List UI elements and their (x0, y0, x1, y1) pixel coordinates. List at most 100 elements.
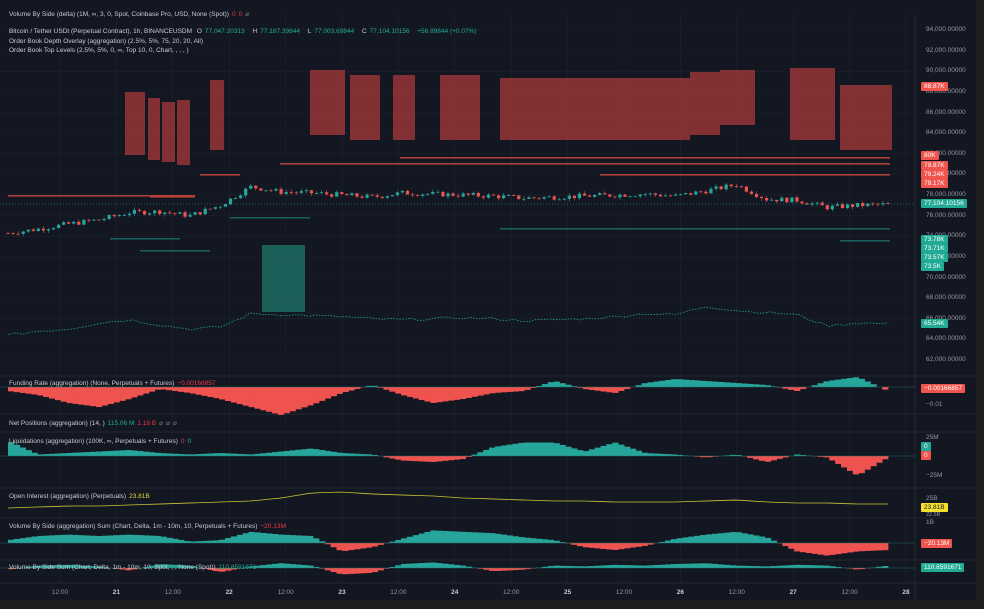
ask-wall-badge: 88.87K (921, 82, 948, 91)
vbs-sum-area (336, 568, 343, 574)
candle (481, 196, 486, 198)
oi-axis-tick: 1B (926, 519, 934, 526)
candle (830, 205, 834, 210)
vbs-aggregation-area (49, 535, 56, 543)
funding-rate-area (66, 387, 73, 404)
legend-label: Volume By Side (delta) (1M, ∞, 3, 0, Spo… (9, 11, 229, 18)
liquidations-area (518, 442, 525, 456)
liquidations-area (477, 452, 484, 456)
legend-depth-overlay[interactable]: Order Book Depth Overlay (aggregation) (… (9, 38, 203, 45)
candle (188, 214, 192, 217)
funding-rate-area (553, 381, 560, 387)
candle (795, 197, 799, 202)
funding-rate-area (735, 383, 742, 387)
funding-rate-area (101, 387, 109, 406)
time-axis-label: 25 (563, 589, 572, 596)
funding-rate-area (213, 387, 220, 399)
candle (673, 194, 678, 196)
vbs-sum-area (723, 564, 730, 568)
liquidations-area (770, 456, 777, 461)
candle (780, 197, 784, 202)
funding-rate-area (154, 387, 161, 390)
vbs-sum-area (295, 564, 302, 568)
liquidations-area (870, 456, 877, 467)
candle (294, 192, 298, 194)
vbs-aggregation-area (412, 535, 420, 543)
candle (244, 188, 248, 196)
vbs-aggregation-area (260, 532, 267, 543)
vbs-aggregation-area (225, 538, 232, 543)
candle (739, 186, 743, 188)
vbs-sum-area (665, 564, 672, 568)
legend-top-levels[interactable]: Order Book Top Levels (2.5%, 5%, 0, ∞, T… (9, 47, 189, 54)
funding-rate-area (712, 381, 719, 387)
vbs-aggregation-area (72, 534, 79, 543)
legend-funding-rate[interactable]: Funding Rate (aggregation) (None, Perpet… (9, 380, 218, 387)
funding-rate-area (225, 387, 232, 401)
time-axis-label: 28 (902, 589, 910, 596)
liquidations-area (154, 452, 161, 456)
liquidations-area (313, 449, 320, 456)
funding-rate-area (90, 387, 97, 407)
vbs-aggregation-area (330, 543, 337, 548)
liquidations-area (547, 442, 554, 456)
vbs-sum-area (430, 562, 437, 568)
liquidations-area (54, 453, 62, 456)
liquidations-area (483, 449, 490, 456)
liquidations-area (876, 456, 883, 463)
legend-liquidations[interactable]: Liquidations (aggregation) (100K, ∞, Per… (9, 438, 194, 445)
vbs-aggregation-area (43, 535, 50, 543)
funding-rate-area (512, 387, 519, 392)
legend-symbol[interactable]: Bitcoin / Tether USDt (Perpetual Contrac… (9, 28, 480, 35)
vbs-sum-area (324, 568, 332, 571)
vbs-aggregation-area (670, 539, 678, 543)
liquidations-area (96, 451, 103, 456)
legend-value: 0 (238, 11, 243, 18)
legend-open-interest[interactable]: Open Interest (aggregation) (Perpetuals)… (9, 493, 153, 500)
funding-rate-area (882, 387, 889, 390)
candle (319, 192, 324, 194)
liquidations-area (442, 456, 449, 461)
bid-level-badge: 73.5K (921, 262, 944, 271)
candle (228, 198, 233, 205)
vbs-aggregation-area (747, 534, 754, 543)
vbs-aggregation-area (483, 532, 490, 543)
candle (279, 188, 283, 194)
vbs-aggregation-area (119, 534, 126, 543)
bid-level-badge: 73.78K (921, 235, 948, 244)
candle (451, 193, 455, 196)
trading-chart[interactable] (0, 0, 984, 609)
funding-rate-area (647, 382, 654, 387)
time-axis-label: 21 (112, 589, 121, 596)
candle (421, 194, 425, 196)
legend-value: −20.13M (260, 523, 286, 530)
vbs-sum-area (653, 565, 660, 568)
funding-rate-area (506, 387, 513, 392)
liquidations-area (500, 445, 508, 456)
vbs-aggregation-area (142, 535, 150, 543)
vbs-aggregation-area (805, 543, 813, 554)
candle (618, 194, 622, 198)
candle (775, 199, 779, 202)
candle (547, 196, 551, 198)
vbs-sum-area (260, 565, 267, 568)
vbs-sum-area (594, 565, 601, 568)
funding-rate-area (72, 387, 79, 404)
vbs-aggregation-area (371, 543, 378, 547)
liquidations-area (66, 452, 73, 456)
legend-vbs-aggregation[interactable]: Volume By Side (aggregation) Sum (Chart,… (9, 523, 289, 530)
funding-rate-area (864, 381, 871, 387)
liquidations-area (764, 456, 772, 462)
legend-vbs-sum[interactable]: Volume By Side Sum (Chart, Delta, 1m - 1… (9, 564, 259, 571)
candle (41, 228, 46, 231)
bid-level-line (840, 240, 890, 242)
liquidations-area (864, 456, 871, 470)
candle (410, 194, 415, 196)
liquidations-area (758, 456, 766, 461)
legend-vbs-delta[interactable]: Volume By Side (delta) (1M, ∞, 3, 0, Spo… (9, 10, 252, 18)
oi-badge: 23.81B (921, 503, 948, 512)
candle (476, 192, 480, 197)
vbs-sum-area (624, 565, 631, 568)
legend-net-positions[interactable]: Net Positions (aggregation) (14, ) 115.06… (9, 419, 180, 427)
funding-rate-area (424, 387, 431, 402)
